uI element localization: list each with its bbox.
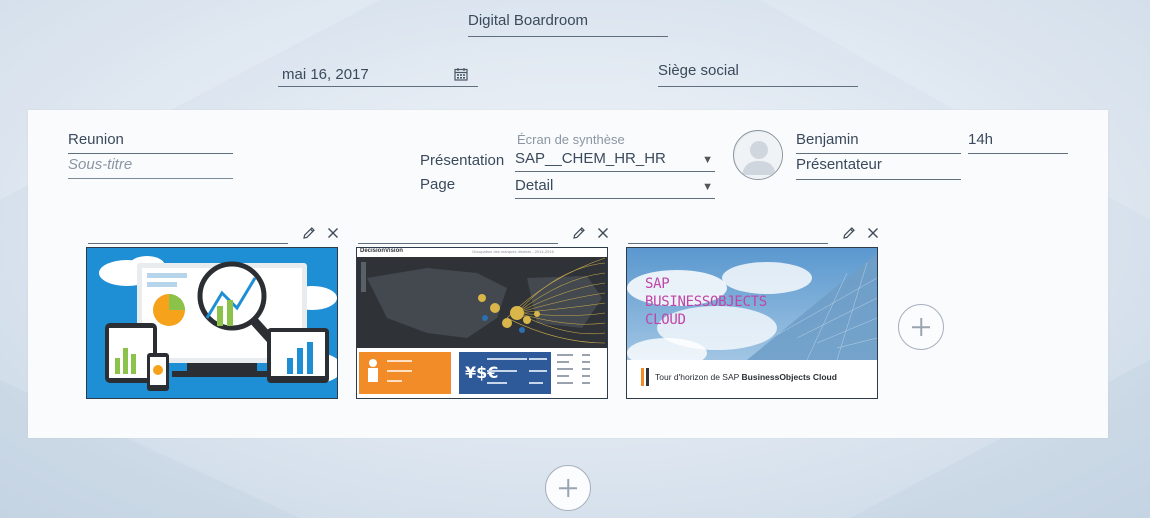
presenter-role-field[interactable]: Présentateur <box>796 156 961 180</box>
analytics-illustration <box>87 248 337 398</box>
headline-line: CLOUD <box>645 312 686 328</box>
location-value: Siège social <box>658 62 739 79</box>
page-select[interactable]: Detail ▼ <box>515 177 715 199</box>
boardroom-title: Digital Boardroom <box>468 12 589 29</box>
summary-screen-label: Écran de synthèse <box>517 132 625 147</box>
close-icon[interactable] <box>866 226 880 242</box>
caption-prefix: Tour d'horizon de SAP <box>655 372 742 382</box>
pencil-icon[interactable] <box>302 226 316 242</box>
boardroom-title-field[interactable]: Digital Boardroom <box>468 12 668 37</box>
date-value: mai 16, 2017 <box>282 66 369 83</box>
meeting-title-field[interactable]: Reunion <box>68 131 233 154</box>
sap-headline: SAP BUSINESSOBJECTS CLOUD <box>645 275 767 329</box>
sap-caption: Tour d'horizon de SAP BusinessObjects Cl… <box>655 372 837 382</box>
location-field[interactable]: Siège social <box>658 62 858 87</box>
meeting-subtitle-placeholder: Sous-titre <box>68 156 133 173</box>
user-avatar-icon[interactable] <box>733 130 783 180</box>
pencil-icon[interactable] <box>842 226 856 242</box>
time-field[interactable]: 14h <box>968 131 1068 154</box>
svg-text:¥$€: ¥$€ <box>465 363 498 382</box>
card-title-field[interactable] <box>358 243 558 244</box>
date-field[interactable]: mai 16, 2017 <box>278 66 478 87</box>
pencil-icon[interactable] <box>572 226 586 242</box>
time-value: 14h <box>968 131 994 148</box>
card-title-field[interactable] <box>628 243 828 244</box>
dashboard-map: ¥$€ <box>357 248 607 398</box>
slide-thumbnail-dashboard[interactable]: ¥$€ DecisionVision Occupation des marqué… <box>356 247 608 399</box>
headline-line: BUSINESSOBJECTS <box>645 294 767 310</box>
page-value: Detail <box>515 177 554 194</box>
add-meeting-button[interactable] <box>545 465 591 511</box>
presenter-name: Benjamin <box>796 131 859 148</box>
presenter-name-field[interactable]: Benjamin <box>796 131 961 154</box>
presenter-role: Présentateur <box>796 156 882 173</box>
presentation-label: Présentation <box>420 152 505 169</box>
close-icon[interactable] <box>596 226 610 242</box>
add-slide-button[interactable] <box>898 304 944 350</box>
meeting-title: Reunion <box>68 131 124 148</box>
card-title-field[interactable] <box>88 243 288 244</box>
close-icon[interactable] <box>326 226 340 242</box>
chevron-down-icon: ▼ <box>702 181 713 193</box>
dashboard-subtitle: Occupation des marqués districts - 2014-… <box>472 249 554 254</box>
presentation-select[interactable]: SAP__CHEM_HR_HR ▼ <box>515 150 715 172</box>
calendar-icon[interactable] <box>454 67 468 81</box>
dashboard-brand: DecisionVision <box>360 248 403 254</box>
meeting-panel: Reunion Sous-titre Écran de synthèse Pré… <box>28 110 1108 438</box>
page-label: Page <box>420 176 456 193</box>
caption-bold: BusinessObjects Cloud <box>741 372 837 382</box>
meeting-subtitle-field[interactable]: Sous-titre <box>68 156 233 179</box>
headline-line: SAP <box>645 276 670 292</box>
slide-thumbnail-analytics[interactable] <box>86 247 338 399</box>
chevron-down-icon: ▼ <box>702 154 713 166</box>
slide-thumbnail-sap-cloud[interactable]: SAP BUSINESSOBJECTS CLOUD Tour d'horizon… <box>626 247 878 399</box>
presentation-value: SAP__CHEM_HR_HR <box>515 150 666 167</box>
